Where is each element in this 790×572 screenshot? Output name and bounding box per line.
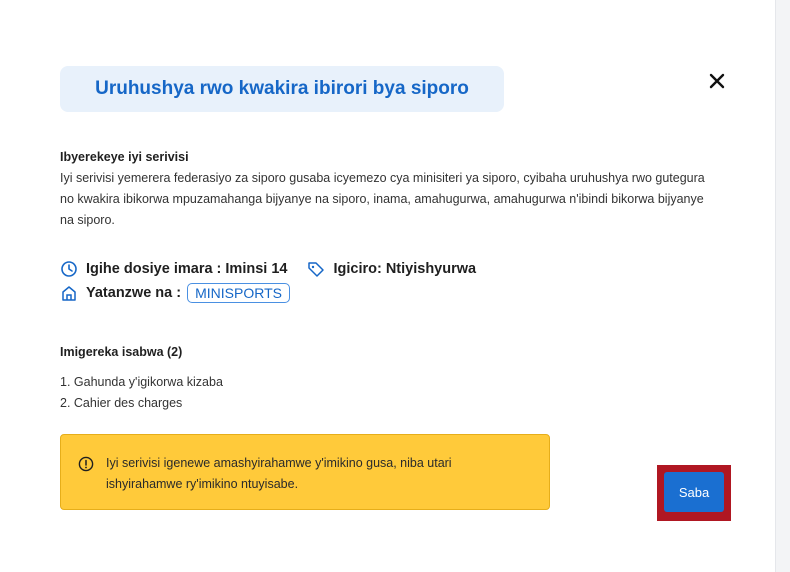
close-icon [709, 73, 725, 89]
building-icon [60, 284, 78, 302]
meta-row-issuer: Yatanzwe na : MINISPORTS [60, 283, 290, 303]
documents-heading: Imigereka isabwa (2) [60, 345, 183, 359]
service-description: Iyi serivisi yemerera federasiyo za sipo… [60, 171, 705, 227]
documents-list: 1. Gahunda y'igikorwa kizaba 2. Cahier d… [60, 372, 223, 414]
duration-text: Igihe dosiye imara : Iminsi 14 [86, 261, 288, 277]
issuer-badge: MINISPORTS [187, 283, 290, 303]
issued-by-label: Yatanzwe na : [86, 285, 182, 301]
info-circle-icon [78, 456, 94, 472]
modal-title-container: Uruhushya rwo kwakira ibirori bya siporo [60, 66, 504, 112]
tag-icon [307, 260, 325, 278]
price-text: Igiciro: Ntiyishyurwa [333, 261, 477, 277]
list-item: 2. Cahier des charges [60, 396, 183, 410]
modal-title: Uruhushya rwo kwakira ibirori bya siporo [95, 78, 469, 99]
warning-alert: Iyi serivisi igenewe amashyirahamwe y'im… [60, 434, 550, 510]
apply-button[interactable]: Saba [664, 472, 724, 512]
list-item: 1. Gahunda y'igikorwa kizaba [60, 375, 223, 389]
about-heading: Ibyerekeye iyi serivisi [60, 150, 189, 164]
warning-text: Iyi serivisi igenewe amashyirahamwe y'im… [106, 456, 452, 491]
window-edge [775, 0, 790, 572]
clock-icon [60, 260, 78, 278]
meta-row-duration-price: Igihe dosiye imara : Iminsi 14 Igiciro: … [60, 260, 476, 278]
close-button[interactable] [704, 68, 730, 94]
